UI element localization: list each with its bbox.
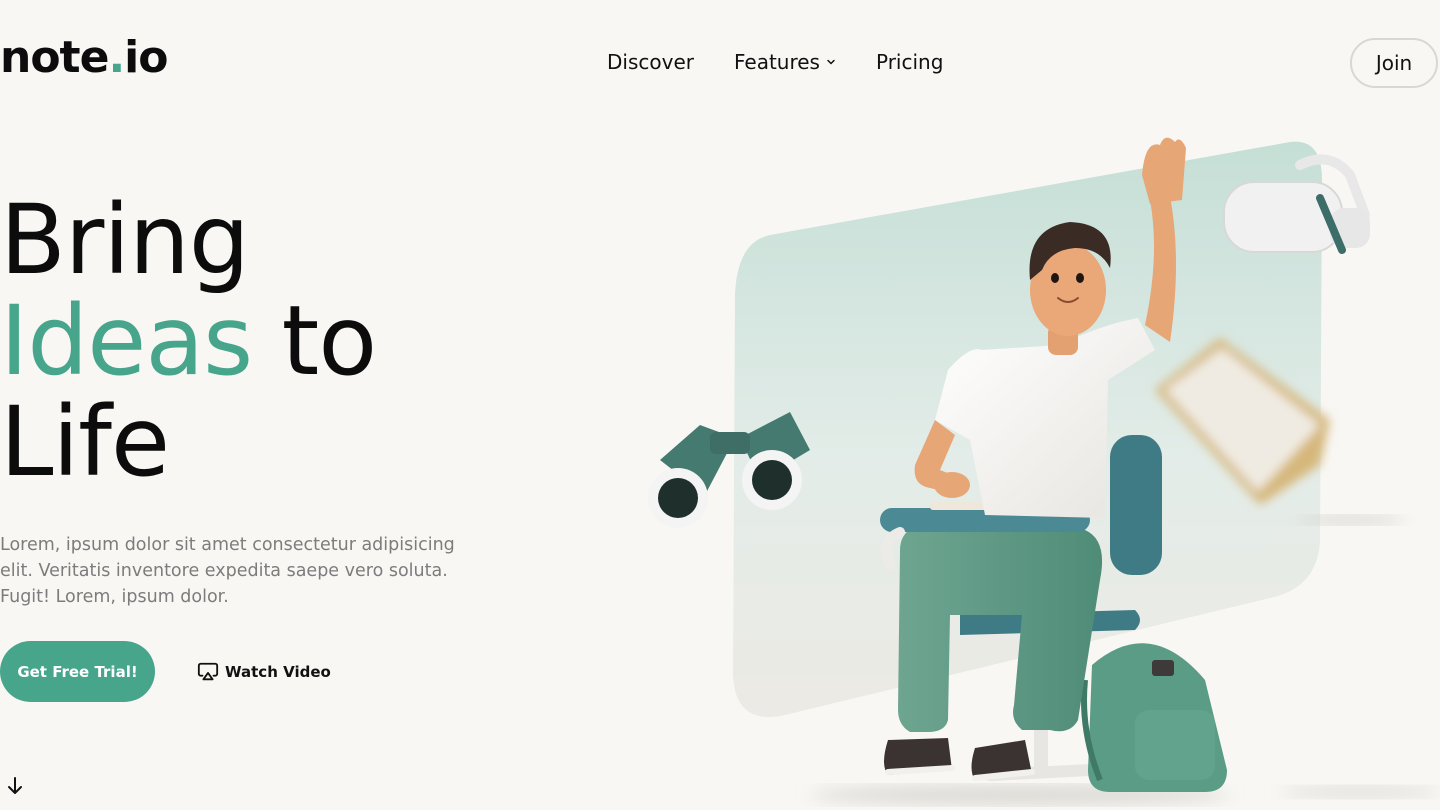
hero-description: Lorem, ipsum dolor sit amet consectetur … <box>0 535 455 607</box>
nav-discover[interactable]: Discover <box>607 50 694 74</box>
hero-title-line-1: Bring <box>0 184 250 296</box>
hero-title-after-accent: to <box>252 285 377 397</box>
nav-pricing-label: Pricing <box>875 50 944 74</box>
hero-title: Bring Ideas to Life <box>0 184 377 498</box>
brand-name-left: note <box>0 32 109 83</box>
nav-discover-label: Discover <box>607 50 694 74</box>
brand-name-right: io <box>124 32 168 83</box>
hero-title-line-2: Ideas to <box>0 291 377 392</box>
chevron-down-icon <box>827 59 835 65</box>
watch-video-link[interactable]: Watch Video <box>197 661 331 683</box>
main-nav: Discover Features Pricing <box>607 50 943 74</box>
get-free-trial-button[interactable]: Get Free Trial! <box>0 641 155 702</box>
join-button[interactable]: Join <box>1350 38 1438 88</box>
backpack <box>1081 643 1227 792</box>
nav-pricing[interactable]: Pricing <box>876 50 943 74</box>
watch-video-label: Watch Video <box>225 662 331 681</box>
brand-dot: . <box>108 32 125 83</box>
arrow-down-icon[interactable] <box>6 776 24 796</box>
hero-title-accent: Ideas <box>0 285 253 397</box>
hero-illustration <box>648 137 1440 805</box>
nav-features-label: Features <box>733 50 820 74</box>
hero-title-line-3: Life <box>0 386 170 498</box>
brand-logo[interactable]: note.io <box>0 36 168 80</box>
airplay-icon <box>197 662 219 680</box>
nav-features[interactable]: Features <box>734 50 836 74</box>
cta-row: Get Free Trial! Watch Video <box>0 641 331 702</box>
